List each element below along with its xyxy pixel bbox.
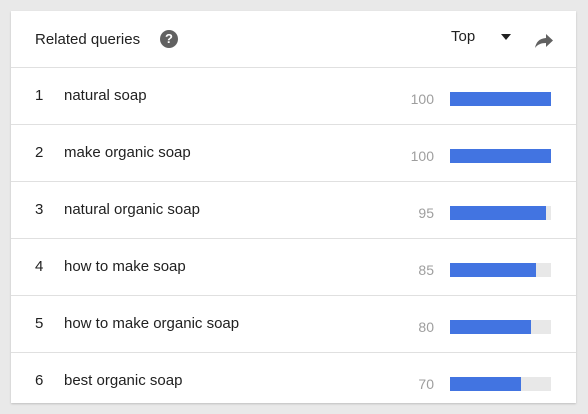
value-bar	[450, 377, 551, 391]
related-queries-card: Related queries ? Top 1 natural soap 100…	[11, 11, 576, 403]
query-link[interactable]: how to make organic soap	[64, 315, 239, 332]
card-title: Related queries	[35, 31, 141, 48]
help-icon[interactable]: ?	[160, 30, 178, 48]
value-bar-fill	[450, 263, 536, 277]
value-bar	[450, 149, 551, 163]
query-row[interactable]: 3 natural organic soap 95	[11, 182, 576, 239]
query-value: 70	[418, 376, 434, 392]
value-bar	[450, 92, 551, 106]
query-value: 80	[418, 319, 434, 335]
query-row[interactable]: 6 best organic soap 70	[11, 353, 576, 403]
query-value: 100	[410, 148, 434, 164]
query-rank: 1	[35, 87, 44, 104]
value-bar	[450, 320, 551, 334]
query-link[interactable]: natural soap	[64, 87, 147, 104]
value-bar-fill	[450, 206, 546, 220]
value-bar-fill	[450, 377, 521, 391]
query-link[interactable]: best organic soap	[64, 372, 182, 389]
query-rank: 6	[35, 372, 44, 389]
value-bar-fill	[450, 320, 531, 334]
query-row[interactable]: 4 how to make soap 85	[11, 239, 576, 296]
card-header: Related queries ? Top	[11, 11, 576, 68]
chevron-down-icon	[501, 34, 511, 40]
query-rank: 4	[35, 258, 44, 275]
query-link[interactable]: make organic soap	[64, 144, 191, 161]
value-bar-fill	[450, 149, 551, 163]
query-link[interactable]: natural organic soap	[64, 201, 200, 218]
query-row[interactable]: 2 make organic soap 100	[11, 125, 576, 182]
sort-dropdown[interactable]: Top	[451, 27, 513, 49]
query-link[interactable]: how to make soap	[64, 258, 186, 275]
value-bar	[450, 263, 551, 277]
query-value: 95	[418, 205, 434, 221]
query-rank: 3	[35, 201, 44, 218]
query-row[interactable]: 5 how to make organic soap 80	[11, 296, 576, 353]
share-icon[interactable]	[533, 31, 555, 49]
query-rank: 2	[35, 144, 44, 161]
sort-dropdown-label: Top	[451, 28, 476, 45]
query-value: 85	[418, 262, 434, 278]
query-list: 1 natural soap 100 2 make organic soap 1…	[11, 68, 576, 403]
query-row[interactable]: 1 natural soap 100	[11, 68, 576, 125]
query-rank: 5	[35, 315, 44, 332]
value-bar-fill	[450, 92, 551, 106]
value-bar	[450, 206, 551, 220]
query-value: 100	[410, 91, 434, 107]
